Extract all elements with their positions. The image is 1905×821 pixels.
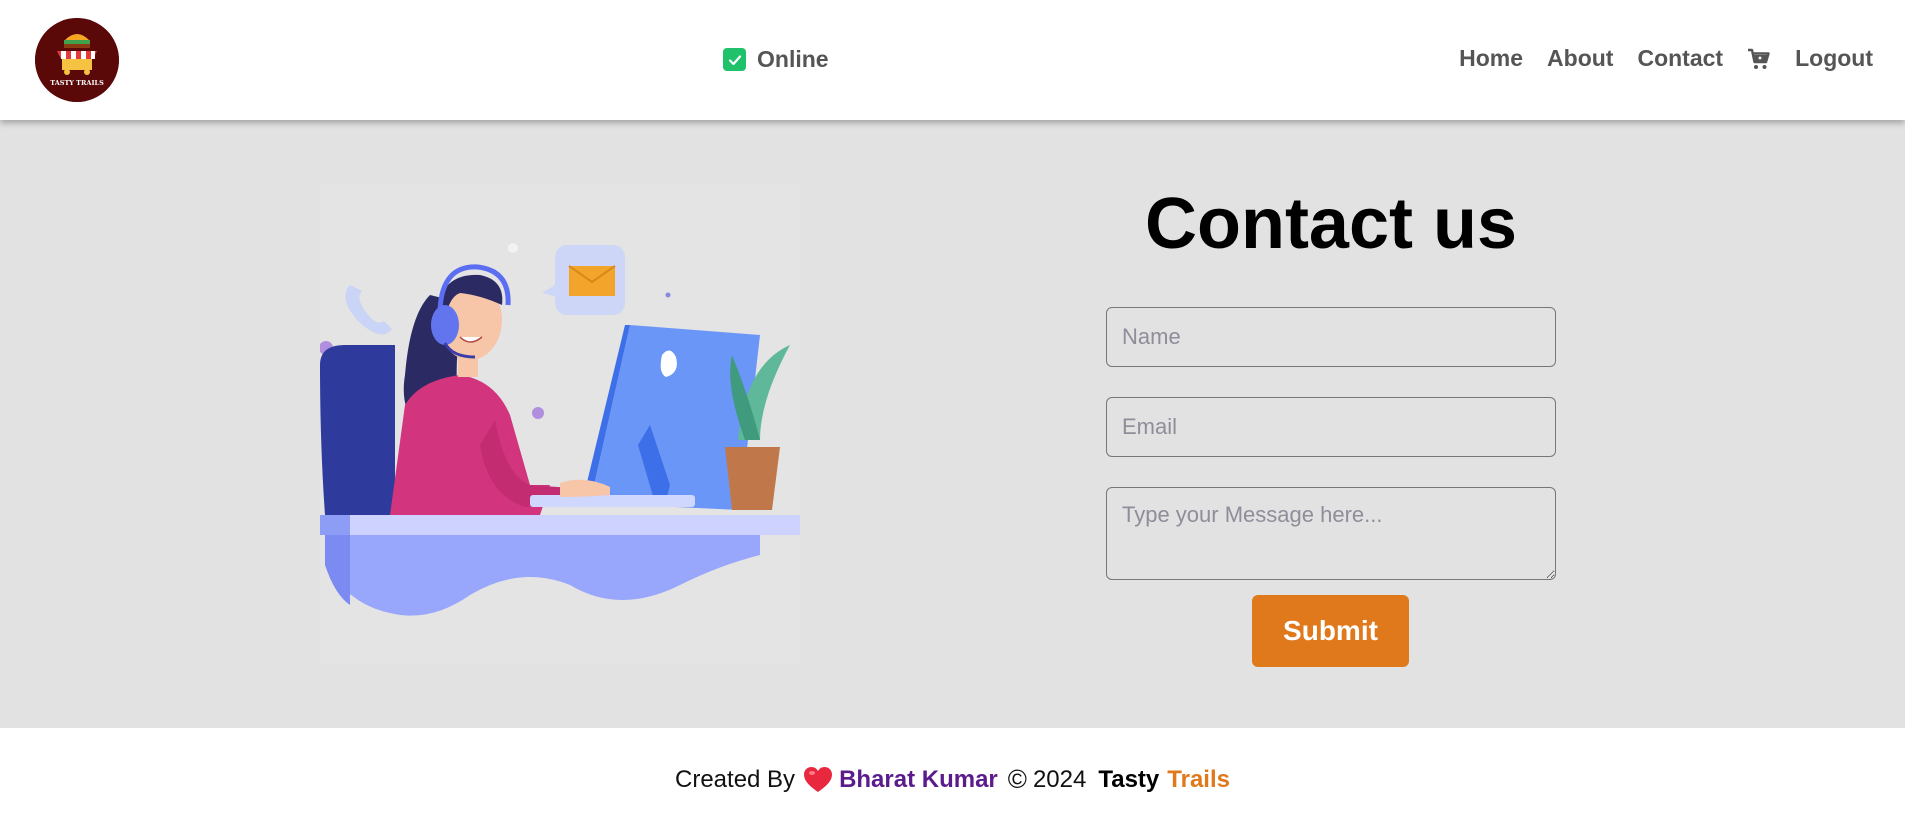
top-navbar: TASTY TRAILS Online Home About Contact L… (0, 0, 1905, 120)
checkbox-checked-icon (723, 48, 746, 71)
copyright-year: 2024 (1032, 765, 1087, 793)
burger-logo-icon: TASTY TRAILS (35, 18, 119, 102)
main-nav: Home About Contact Logout (1459, 45, 1873, 72)
nav-about[interactable]: About (1547, 45, 1613, 72)
page-title: Contact us (1144, 184, 1518, 264)
nav-logout[interactable]: Logout (1795, 45, 1873, 72)
message-textarea[interactable] (1106, 487, 1556, 580)
page-footer: Created By Bharat Kumar © 2024 Tasty Tra… (0, 728, 1905, 821)
name-input[interactable] (1106, 307, 1556, 367)
copyright-symbol: © (1007, 764, 1027, 794)
brand-logo[interactable]: TASTY TRAILS (35, 18, 119, 102)
nav-contact[interactable]: Contact (1637, 45, 1723, 72)
customer-support-illustration (319, 185, 800, 665)
logo-text: TASTY TRAILS (50, 79, 104, 87)
status-label: Online (757, 46, 829, 72)
online-status: Online (723, 46, 829, 73)
brand-name-second: Trails (1167, 765, 1230, 793)
brand-name-first: Tasty (1098, 765, 1160, 793)
footer-credits: Created By Bharat Kumar © 2024 Tasty Tra… (0, 764, 1905, 795)
heart-icon (803, 766, 833, 794)
cart-icon[interactable] (1747, 47, 1771, 71)
author-name: Bharat Kumar (839, 765, 998, 793)
created-by-label: Created By (675, 765, 796, 793)
nav-home[interactable]: Home (1459, 45, 1523, 72)
email-input[interactable] (1106, 397, 1556, 457)
submit-button[interactable]: Submit (1252, 595, 1409, 667)
contact-section: Contact us Submit (0, 120, 1905, 728)
